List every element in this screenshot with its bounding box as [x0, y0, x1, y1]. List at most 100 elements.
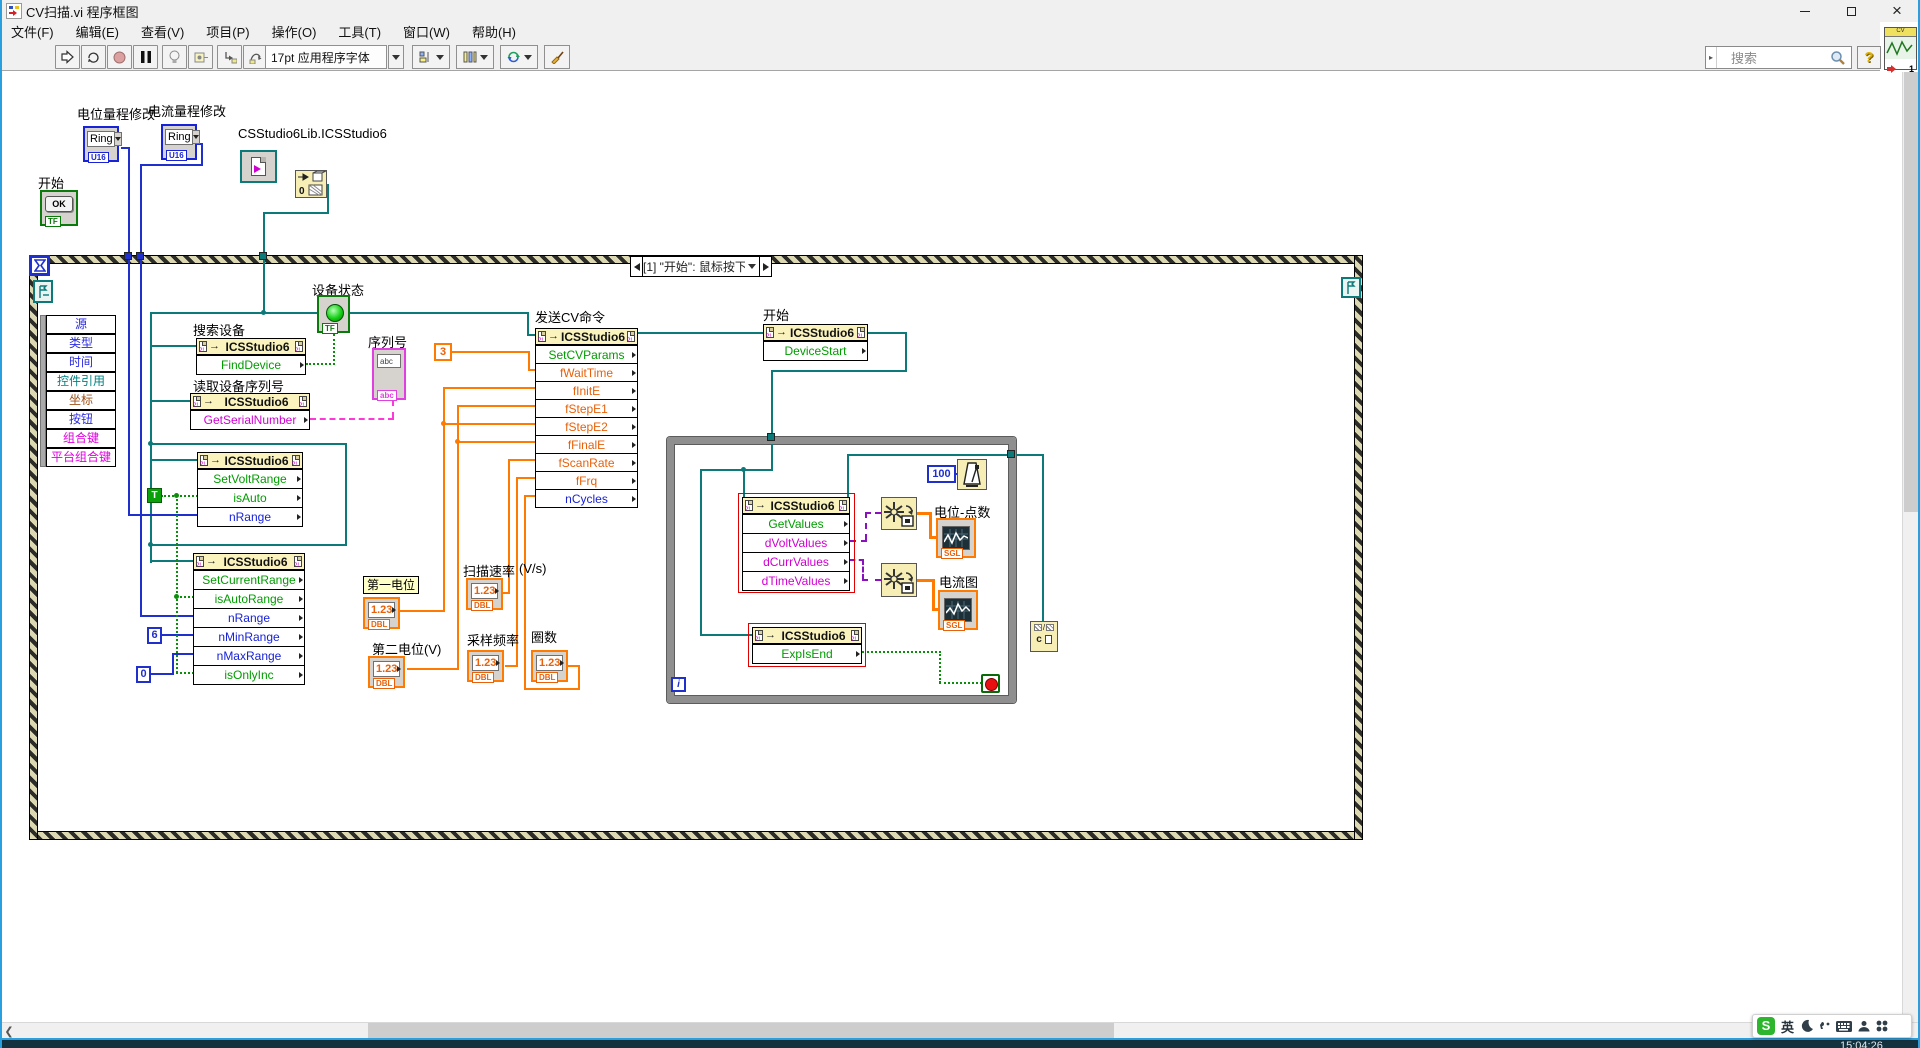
method-row[interactable]: SetCurrentRange [194, 570, 304, 589]
method-row[interactable]: DeviceStart [764, 341, 867, 360]
param-row[interactable]: fFinalE [536, 435, 637, 453]
event-data-time[interactable]: 时间 [46, 353, 116, 372]
param-row[interactable]: fInitE [536, 381, 637, 399]
invoke-node-get-serial[interactable]: →ICSStudio6 GetSerialNumber [190, 393, 310, 430]
ring-dropdown-icon[interactable] [114, 132, 122, 146]
loop-wait-constant[interactable]: 100 [927, 465, 956, 483]
nmax-constant[interactable]: 0 [136, 666, 151, 683]
wait-ms-multiple-node[interactable] [957, 459, 987, 490]
param-row[interactable]: isAutoRange [194, 589, 304, 608]
align-objects-button[interactable] [412, 45, 450, 69]
method-row[interactable]: ExpIsEnd [753, 644, 861, 663]
first-e-control[interactable]: 1.23DBL [363, 597, 400, 629]
scan-rate-control[interactable]: 1.23DBL [466, 578, 503, 610]
menu-file[interactable]: 文件(F) [0, 22, 65, 43]
distribute-objects-button[interactable] [456, 45, 494, 69]
toolbox-icon[interactable] [1876, 1020, 1888, 1032]
close-button[interactable]: × [1874, 0, 1920, 22]
minimize-button[interactable] [1782, 0, 1828, 22]
vertical-scrollbar-thumb[interactable] [1904, 72, 1919, 512]
automation-open-node[interactable]: 0 [295, 170, 327, 198]
param-row[interactable]: dCurrValues [743, 552, 849, 571]
menu-project[interactable]: 项目(P) [195, 22, 260, 43]
pause-button[interactable] [133, 45, 158, 69]
method-row[interactable]: GetSerialNumber [191, 410, 309, 429]
search-input[interactable]: 搜索 [1731, 48, 1829, 67]
event-timeout-terminal[interactable] [29, 255, 50, 276]
event-data-ctlref[interactable]: 控件引用 [46, 372, 116, 391]
param-row[interactable]: fFrq [536, 471, 637, 489]
menu-tools[interactable]: 工具(T) [327, 22, 392, 43]
param-row[interactable]: isAuto [198, 488, 302, 507]
ring-dropdown-icon[interactable] [192, 130, 200, 144]
event-data-platmods[interactable]: 平台组合键 [46, 448, 116, 467]
param-row[interactable]: fStepE1 [536, 399, 637, 417]
method-row[interactable]: SetCVParams [536, 345, 637, 363]
invoke-node-exp-is-end[interactable]: →ICSStudio6 ExpIsEnd [752, 627, 862, 664]
param-row[interactable]: dVoltValues [743, 533, 849, 552]
next-case-icon[interactable] [759, 257, 771, 276]
search-box[interactable]: ▸ 搜索 [1705, 46, 1852, 69]
invoke-node-set-volt-range[interactable]: →ICSStudio6 SetVoltRange isAuto nRange [197, 452, 303, 527]
step-into-button[interactable] [217, 45, 242, 69]
previous-case-icon[interactable] [631, 257, 643, 276]
invoke-node-set-cv-params[interactable]: →ICSStudio6 SetCVParams fWaitTime fInitE… [535, 328, 638, 508]
sogou-logo-icon[interactable]: S [1757, 1017, 1775, 1035]
param-row[interactable]: nRange [198, 507, 302, 526]
param-row[interactable]: fScanRate [536, 453, 637, 471]
wait-time-constant[interactable]: 3 [434, 343, 452, 361]
vi-icon[interactable]: CV 1 [1884, 27, 1917, 70]
param-row[interactable]: fStepE2 [536, 417, 637, 435]
invoke-node-get-values[interactable]: →ICSStudio6 GetValues dVoltValues dCurrV… [742, 497, 850, 591]
horizontal-scrollbar[interactable]: ❮ [0, 1022, 1920, 1038]
method-row[interactable]: SetVoltRange [198, 469, 302, 488]
ime-mode-toggle[interactable]: 英 [1781, 1017, 1794, 1036]
ring-control-curr-range[interactable]: Ring U16 [161, 124, 197, 160]
maximize-button[interactable] [1828, 0, 1874, 22]
variant-to-data-node-volt[interactable] [881, 497, 917, 530]
event-data-button[interactable]: 按钮 [46, 410, 116, 429]
param-row[interactable]: nRange [194, 608, 304, 627]
resize-objects-button[interactable] [500, 45, 538, 69]
event-case-selector[interactable]: [1] "开始": 鼠标按下 [630, 256, 772, 277]
abort-button[interactable] [107, 45, 132, 69]
true-constant[interactable]: T [147, 488, 162, 503]
menu-help[interactable]: 帮助(H) [461, 22, 527, 43]
case-dropdown-icon[interactable] [748, 264, 756, 269]
event-data-mods[interactable]: 组合键 [46, 429, 116, 448]
sample-freq-control[interactable]: 1.23DBL [467, 650, 504, 682]
serial-string-indicator[interactable]: abc abc [372, 348, 406, 400]
param-row[interactable]: fWaitTime [536, 363, 637, 381]
dynamic-event-terminal-right[interactable] [1341, 277, 1361, 298]
param-row[interactable]: nMaxRange [194, 646, 304, 665]
dynamic-event-terminal-left[interactable] [33, 280, 53, 303]
menu-operate[interactable]: 操作(O) [261, 22, 328, 43]
menu-window[interactable]: 窗口(W) [392, 22, 461, 43]
font-selector[interactable]: 17pt 应用程序字体 [265, 45, 387, 69]
user-icon[interactable] [1858, 1020, 1870, 1032]
font-dropdown-icon[interactable] [388, 45, 404, 69]
param-row[interactable]: dTimeValues [743, 571, 849, 590]
retain-wire-values-button[interactable] [188, 45, 213, 69]
event-data-coords[interactable]: 坐标 [46, 391, 116, 410]
ime-toolbar[interactable]: S 英 [1752, 1014, 1912, 1038]
param-row[interactable]: nMinRange [194, 627, 304, 646]
variant-to-data-node-curr[interactable] [881, 563, 917, 597]
invoke-node-set-current-range[interactable]: →ICSStudio6 SetCurrentRange isAutoRange … [193, 553, 305, 685]
run-continuous-button[interactable] [81, 45, 106, 69]
param-row[interactable]: nCycles [536, 489, 637, 507]
menu-view[interactable]: 查看(V) [130, 22, 195, 43]
run-button[interactable] [55, 45, 80, 69]
invoke-node-device-start[interactable]: →ICSStudio6 DeviceStart [763, 324, 868, 361]
scroll-left-icon[interactable]: ❮ [0, 1023, 18, 1039]
clean-up-diagram-button[interactable] [544, 45, 570, 69]
nmin-constant[interactable]: 6 [147, 627, 162, 644]
volt-waveform-graph-icon[interactable]: SGL [936, 518, 976, 558]
ring-control-volt-range[interactable]: Ring U16 [83, 126, 119, 162]
automation-refnum[interactable] [240, 150, 277, 183]
param-row[interactable]: isOnlyInc [194, 665, 304, 684]
loop-stop-terminal[interactable] [981, 674, 1000, 693]
horizontal-scrollbar-thumb[interactable] [368, 1023, 1114, 1039]
close-reference-node[interactable]: / c [1030, 621, 1058, 652]
search-expand-icon[interactable]: ▸ [1706, 47, 1717, 68]
